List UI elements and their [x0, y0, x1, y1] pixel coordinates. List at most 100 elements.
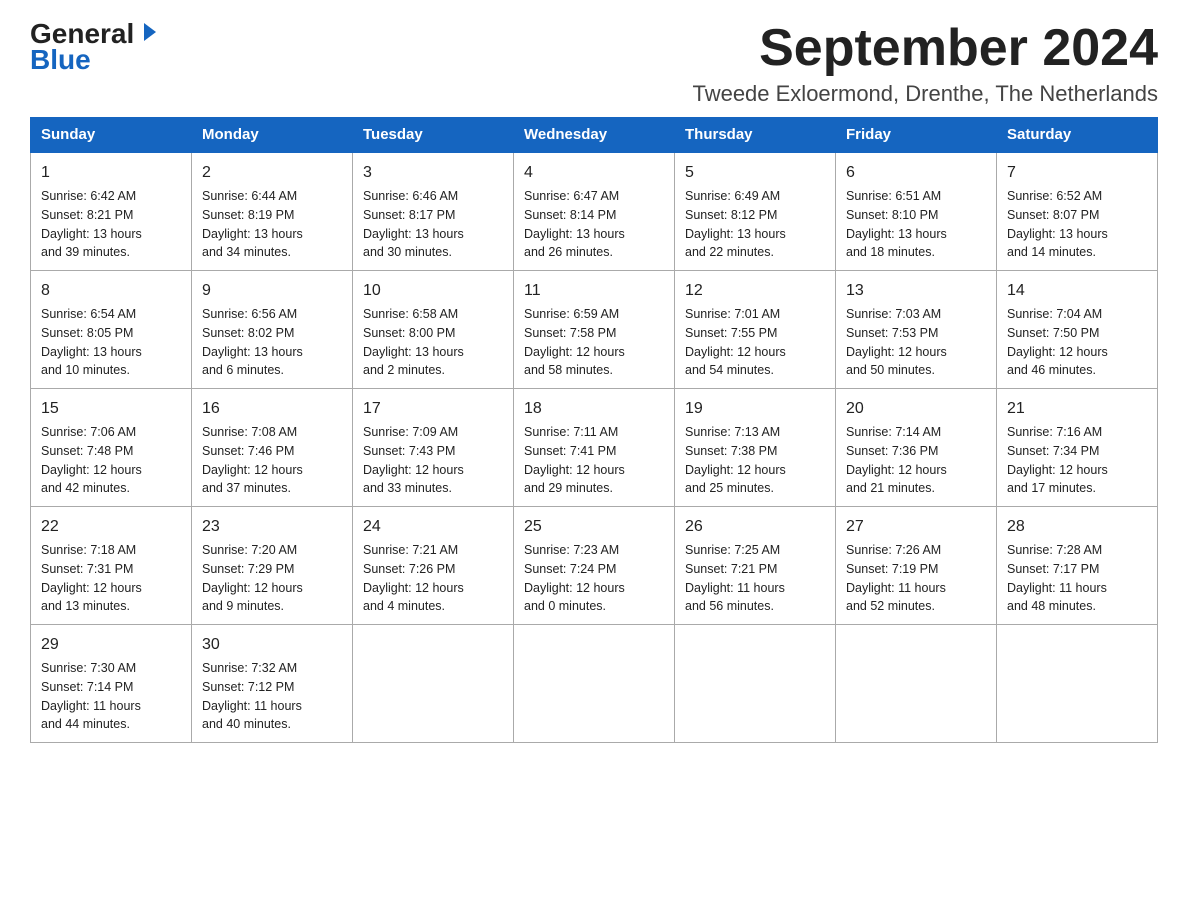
day-number: 5 — [685, 161, 825, 185]
day-number: 1 — [41, 161, 181, 185]
calendar-cell: 12Sunrise: 7:01 AM Sunset: 7:55 PM Dayli… — [675, 271, 836, 389]
calendar-cell: 5Sunrise: 6:49 AM Sunset: 8:12 PM Daylig… — [675, 152, 836, 271]
calendar-week-row: 15Sunrise: 7:06 AM Sunset: 7:48 PM Dayli… — [31, 389, 1158, 507]
day-info: Sunrise: 7:13 AM Sunset: 7:38 PM Dayligh… — [685, 423, 825, 498]
calendar-cell: 13Sunrise: 7:03 AM Sunset: 7:53 PM Dayli… — [836, 271, 997, 389]
day-number: 16 — [202, 397, 342, 421]
day-number: 12 — [685, 279, 825, 303]
calendar-cell: 16Sunrise: 7:08 AM Sunset: 7:46 PM Dayli… — [192, 389, 353, 507]
day-number: 7 — [1007, 161, 1147, 185]
calendar-week-row: 22Sunrise: 7:18 AM Sunset: 7:31 PM Dayli… — [31, 507, 1158, 625]
day-number: 15 — [41, 397, 181, 421]
calendar-cell: 9Sunrise: 6:56 AM Sunset: 8:02 PM Daylig… — [192, 271, 353, 389]
day-info: Sunrise: 6:56 AM Sunset: 8:02 PM Dayligh… — [202, 305, 342, 380]
day-number: 6 — [846, 161, 986, 185]
calendar-cell: 21Sunrise: 7:16 AM Sunset: 7:34 PM Dayli… — [997, 389, 1158, 507]
calendar-week-row: 1Sunrise: 6:42 AM Sunset: 8:21 PM Daylig… — [31, 152, 1158, 271]
col-header-thursday: Thursday — [675, 118, 836, 153]
day-number: 2 — [202, 161, 342, 185]
day-number: 3 — [363, 161, 503, 185]
calendar-cell: 22Sunrise: 7:18 AM Sunset: 7:31 PM Dayli… — [31, 507, 192, 625]
calendar-cell: 17Sunrise: 7:09 AM Sunset: 7:43 PM Dayli… — [353, 389, 514, 507]
day-info: Sunrise: 7:21 AM Sunset: 7:26 PM Dayligh… — [363, 541, 503, 616]
calendar-cell — [514, 625, 675, 743]
title-section: September 2024 Tweede Exloermond, Drenth… — [692, 20, 1158, 107]
logo-image: General Blue — [30, 20, 158, 74]
day-info: Sunrise: 7:30 AM Sunset: 7:14 PM Dayligh… — [41, 659, 181, 734]
day-number: 22 — [41, 515, 181, 539]
calendar-cell: 19Sunrise: 7:13 AM Sunset: 7:38 PM Dayli… — [675, 389, 836, 507]
logo-blue-text: Blue — [30, 46, 91, 74]
day-info: Sunrise: 6:54 AM Sunset: 8:05 PM Dayligh… — [41, 305, 181, 380]
day-info: Sunrise: 6:52 AM Sunset: 8:07 PM Dayligh… — [1007, 187, 1147, 262]
day-number: 25 — [524, 515, 664, 539]
calendar-cell — [836, 625, 997, 743]
day-number: 19 — [685, 397, 825, 421]
day-info: Sunrise: 6:44 AM Sunset: 8:19 PM Dayligh… — [202, 187, 342, 262]
col-header-friday: Friday — [836, 118, 997, 153]
calendar-cell: 11Sunrise: 6:59 AM Sunset: 7:58 PM Dayli… — [514, 271, 675, 389]
day-info: Sunrise: 6:42 AM Sunset: 8:21 PM Dayligh… — [41, 187, 181, 262]
day-info: Sunrise: 7:20 AM Sunset: 7:29 PM Dayligh… — [202, 541, 342, 616]
day-number: 26 — [685, 515, 825, 539]
day-number: 14 — [1007, 279, 1147, 303]
calendar-week-row: 29Sunrise: 7:30 AM Sunset: 7:14 PM Dayli… — [31, 625, 1158, 743]
day-info: Sunrise: 7:14 AM Sunset: 7:36 PM Dayligh… — [846, 423, 986, 498]
day-number: 21 — [1007, 397, 1147, 421]
logo: General Blue — [30, 20, 158, 74]
location-subtitle: Tweede Exloermond, Drenthe, The Netherla… — [692, 81, 1158, 107]
day-info: Sunrise: 7:25 AM Sunset: 7:21 PM Dayligh… — [685, 541, 825, 616]
calendar-cell — [997, 625, 1158, 743]
day-info: Sunrise: 7:32 AM Sunset: 7:12 PM Dayligh… — [202, 659, 342, 734]
calendar-cell: 27Sunrise: 7:26 AM Sunset: 7:19 PM Dayli… — [836, 507, 997, 625]
calendar-cell: 2Sunrise: 6:44 AM Sunset: 8:19 PM Daylig… — [192, 152, 353, 271]
day-info: Sunrise: 7:09 AM Sunset: 7:43 PM Dayligh… — [363, 423, 503, 498]
calendar-cell: 6Sunrise: 6:51 AM Sunset: 8:10 PM Daylig… — [836, 152, 997, 271]
col-header-saturday: Saturday — [997, 118, 1158, 153]
calendar-week-row: 8Sunrise: 6:54 AM Sunset: 8:05 PM Daylig… — [31, 271, 1158, 389]
col-header-sunday: Sunday — [31, 118, 192, 153]
day-info: Sunrise: 6:49 AM Sunset: 8:12 PM Dayligh… — [685, 187, 825, 262]
col-header-tuesday: Tuesday — [353, 118, 514, 153]
day-number: 27 — [846, 515, 986, 539]
day-number: 10 — [363, 279, 503, 303]
logo-chevron-icon — [136, 21, 158, 43]
calendar-cell — [353, 625, 514, 743]
day-info: Sunrise: 7:28 AM Sunset: 7:17 PM Dayligh… — [1007, 541, 1147, 616]
day-number: 30 — [202, 633, 342, 657]
day-info: Sunrise: 7:16 AM Sunset: 7:34 PM Dayligh… — [1007, 423, 1147, 498]
calendar-cell: 15Sunrise: 7:06 AM Sunset: 7:48 PM Dayli… — [31, 389, 192, 507]
calendar-cell: 7Sunrise: 6:52 AM Sunset: 8:07 PM Daylig… — [997, 152, 1158, 271]
calendar-cell: 30Sunrise: 7:32 AM Sunset: 7:12 PM Dayli… — [192, 625, 353, 743]
day-number: 23 — [202, 515, 342, 539]
day-number: 13 — [846, 279, 986, 303]
day-number: 17 — [363, 397, 503, 421]
calendar-cell: 20Sunrise: 7:14 AM Sunset: 7:36 PM Dayli… — [836, 389, 997, 507]
calendar-cell: 8Sunrise: 6:54 AM Sunset: 8:05 PM Daylig… — [31, 271, 192, 389]
col-header-wednesday: Wednesday — [514, 118, 675, 153]
day-info: Sunrise: 7:03 AM Sunset: 7:53 PM Dayligh… — [846, 305, 986, 380]
calendar-cell: 1Sunrise: 6:42 AM Sunset: 8:21 PM Daylig… — [31, 152, 192, 271]
calendar-header-row: SundayMondayTuesdayWednesdayThursdayFrid… — [31, 118, 1158, 153]
page-header: General Blue September 2024 Tweede Exloe… — [30, 20, 1158, 107]
day-info: Sunrise: 6:51 AM Sunset: 8:10 PM Dayligh… — [846, 187, 986, 262]
day-info: Sunrise: 7:08 AM Sunset: 7:46 PM Dayligh… — [202, 423, 342, 498]
calendar-cell: 25Sunrise: 7:23 AM Sunset: 7:24 PM Dayli… — [514, 507, 675, 625]
calendar-cell — [675, 625, 836, 743]
day-info: Sunrise: 6:59 AM Sunset: 7:58 PM Dayligh… — [524, 305, 664, 380]
day-info: Sunrise: 7:11 AM Sunset: 7:41 PM Dayligh… — [524, 423, 664, 498]
calendar-cell: 3Sunrise: 6:46 AM Sunset: 8:17 PM Daylig… — [353, 152, 514, 271]
day-number: 9 — [202, 279, 342, 303]
day-info: Sunrise: 7:18 AM Sunset: 7:31 PM Dayligh… — [41, 541, 181, 616]
calendar-cell: 10Sunrise: 6:58 AM Sunset: 8:00 PM Dayli… — [353, 271, 514, 389]
month-title: September 2024 — [692, 20, 1158, 77]
calendar-cell: 24Sunrise: 7:21 AM Sunset: 7:26 PM Dayli… — [353, 507, 514, 625]
day-number: 28 — [1007, 515, 1147, 539]
calendar-cell: 18Sunrise: 7:11 AM Sunset: 7:41 PM Dayli… — [514, 389, 675, 507]
day-info: Sunrise: 6:46 AM Sunset: 8:17 PM Dayligh… — [363, 187, 503, 262]
calendar-cell: 4Sunrise: 6:47 AM Sunset: 8:14 PM Daylig… — [514, 152, 675, 271]
calendar-cell: 14Sunrise: 7:04 AM Sunset: 7:50 PM Dayli… — [997, 271, 1158, 389]
calendar-cell: 26Sunrise: 7:25 AM Sunset: 7:21 PM Dayli… — [675, 507, 836, 625]
day-number: 18 — [524, 397, 664, 421]
day-info: Sunrise: 7:23 AM Sunset: 7:24 PM Dayligh… — [524, 541, 664, 616]
